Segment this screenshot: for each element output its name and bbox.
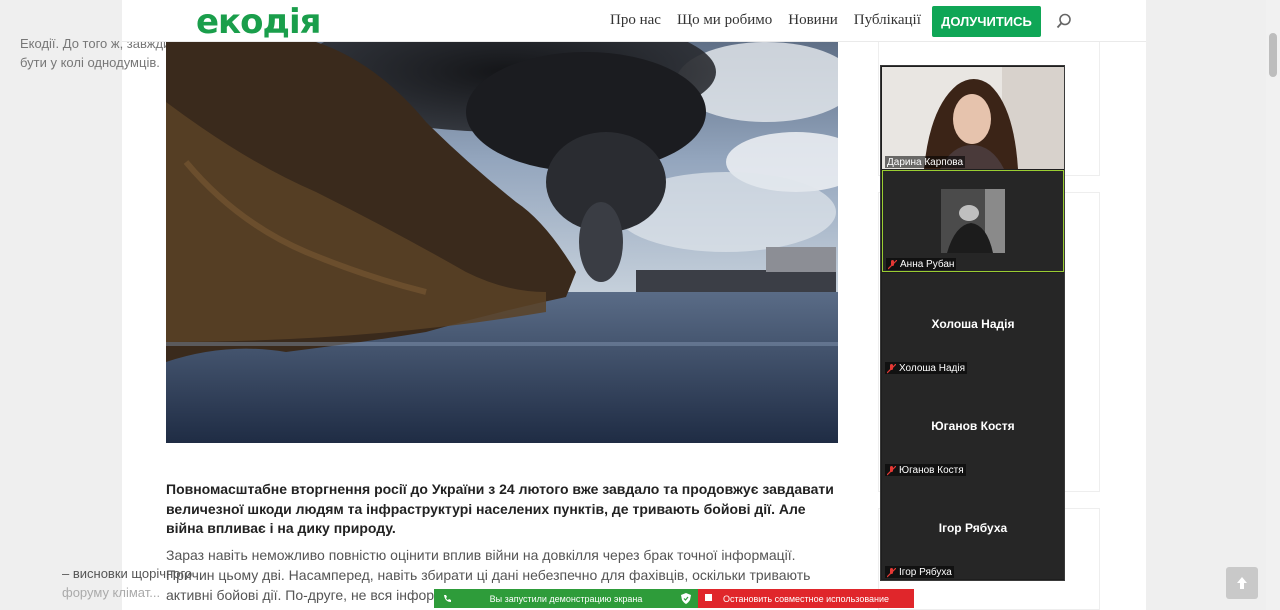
nav-item-what-we-do[interactable]: Що ми робимо [677, 12, 772, 29]
stop-sharing-label: Остановить совместное использование [722, 593, 890, 604]
nav-item-publications[interactable]: Публікації [854, 12, 921, 29]
participant-name-label: Дарина Карпова [885, 156, 966, 168]
participant-name-label: Юганов Костя [885, 464, 966, 476]
site-header: екодія Про нас Що ми робимо Новини Публі… [122, 0, 1146, 42]
participant-name: Анна Рубан [900, 259, 955, 270]
scrollbar-thumb[interactable] [1269, 33, 1277, 77]
scrollbar[interactable] [1266, 0, 1280, 610]
shield-icon [681, 593, 691, 604]
participant-video [882, 67, 1064, 169]
video-call-panel: Дарина Карпова Анна Рубан Холоша Надія Х… [880, 65, 1065, 581]
screen-share-status[interactable]: Вы запустили демонстрацию экрана [434, 589, 698, 608]
participant-display-name: Юганов Костя [931, 419, 1015, 433]
phone-icon [444, 595, 451, 602]
participant-tile[interactable]: Юганов Костя Юганов Костя [882, 375, 1064, 477]
participant-tile[interactable]: Холоша Надія Холоша Надія [882, 273, 1064, 375]
main-nav: Про нас Що ми робимо Новини Публікації [610, 12, 921, 29]
participant-display-name: Холоша Надія [931, 317, 1015, 331]
participant-name-label: Холоша Надія [885, 362, 968, 374]
article-hero-image [166, 42, 838, 443]
participant-tile-active[interactable]: Анна Рубан [882, 170, 1064, 272]
join-button[interactable]: ДОЛУЧИТИСЬ [932, 6, 1041, 37]
nav-item-news[interactable]: Новини [788, 12, 838, 29]
article-lead: Повномасштабне вторгнення росії до Украї… [166, 481, 834, 536]
participant-name: Холоша Надія [899, 363, 966, 374]
screen-share-bar: Вы запустили демонстрацию экрана Останов… [434, 589, 914, 608]
site-logo[interactable]: екодія [196, 2, 321, 42]
participant-name-label: Анна Рубан [886, 258, 957, 270]
participant-name-label: Ігор Рябуха [885, 566, 954, 578]
mic-muted-icon [887, 567, 896, 577]
mic-muted-icon [887, 363, 896, 373]
back-to-top-button[interactable] [1226, 567, 1258, 599]
participant-name: Юганов Костя [899, 465, 964, 476]
screen-share-status-text: Вы запустили демонстрацию экрана [489, 593, 643, 604]
participant-video [941, 189, 1005, 253]
participant-tile[interactable]: Ігор Рябуха Ігор Рябуха [882, 477, 1064, 579]
stop-sharing-button[interactable]: Остановить совместное использование [698, 589, 914, 608]
mic-muted-icon [887, 465, 896, 475]
mic-muted-icon [888, 259, 897, 269]
arrow-up-icon [1237, 577, 1247, 589]
participant-display-name: Ігор Рябуха [938, 521, 1008, 535]
participant-name: Ігор Рябуха [899, 567, 952, 578]
participant-tile[interactable]: Дарина Карпова [882, 67, 1064, 169]
stop-icon [705, 594, 712, 601]
participant-name: Дарина Карпова [887, 157, 964, 168]
nav-item-about[interactable]: Про нас [610, 12, 661, 29]
search-icon[interactable] [1056, 13, 1072, 29]
